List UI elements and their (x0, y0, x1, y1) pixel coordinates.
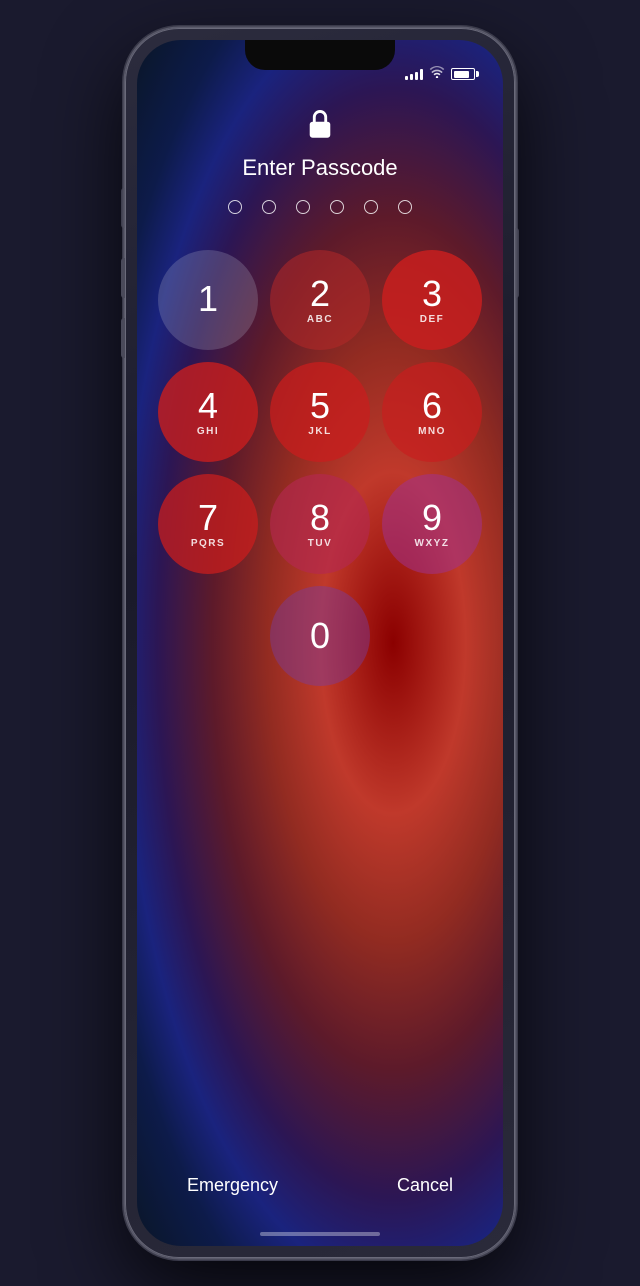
key-6-number: 6 (422, 388, 442, 424)
lock-icon (306, 110, 334, 138)
key-2-letters: ABC (307, 314, 333, 325)
key-5-letters: JKL (308, 426, 331, 437)
battery-fill (454, 71, 469, 78)
key-3-letters: DEF (420, 314, 445, 325)
notch (245, 40, 395, 70)
key-5-number: 5 (310, 388, 330, 424)
key-4-button[interactable]: 4 GHI (158, 362, 258, 462)
key-3-button[interactable]: 3 DEF (382, 250, 482, 350)
battery-icon (451, 68, 475, 80)
dot-4 (330, 200, 344, 214)
passcode-title: Enter Passcode (242, 155, 397, 181)
key-7-letters: PQRS (191, 538, 225, 549)
keypad: 1 2 ABC 3 DEF 4 GHI 5 JKL 6 MNO (158, 250, 482, 686)
dot-2 (262, 200, 276, 214)
home-indicator (260, 1232, 380, 1236)
key-9-letters: WXYZ (415, 538, 450, 549)
key-5-button[interactable]: 5 JKL (270, 362, 370, 462)
key-8-button[interactable]: 8 TUV (270, 474, 370, 574)
key-2-button[interactable]: 2 ABC (270, 250, 370, 350)
key-6-button[interactable]: 6 MNO (382, 362, 482, 462)
key-8-letters: TUV (308, 538, 333, 549)
key-6-letters: MNO (418, 426, 446, 437)
signal-icon (405, 68, 423, 80)
dot-5 (364, 200, 378, 214)
status-icons (405, 67, 475, 81)
dot-3 (296, 200, 310, 214)
key-7-number: 7 (198, 500, 218, 536)
passcode-dots (228, 200, 412, 214)
phone-screen: Enter Passcode 1 2 ABC 3 DEF (137, 40, 503, 1246)
key-3-number: 3 (422, 276, 442, 312)
key-4-number: 4 (198, 388, 218, 424)
bottom-bar: Emergency Cancel (137, 1175, 503, 1196)
emergency-button[interactable]: Emergency (187, 1175, 278, 1196)
key-0-button[interactable]: 0 (270, 586, 370, 686)
dot-6 (398, 200, 412, 214)
key-0-number: 0 (310, 618, 330, 654)
dot-1 (228, 200, 242, 214)
key-4-letters: GHI (197, 426, 219, 437)
key-1-button[interactable]: 1 (158, 250, 258, 350)
key-9-number: 9 (422, 500, 442, 536)
phone-outer: Enter Passcode 1 2 ABC 3 DEF (125, 28, 515, 1258)
key-2-number: 2 (310, 276, 330, 312)
key-8-number: 8 (310, 500, 330, 536)
lock-container (306, 110, 334, 138)
key-7-button[interactable]: 7 PQRS (158, 474, 258, 574)
key-9-button[interactable]: 9 WXYZ (382, 474, 482, 574)
key-1-number: 1 (198, 281, 218, 317)
wifi-icon (429, 66, 445, 81)
cancel-button[interactable]: Cancel (397, 1175, 453, 1196)
